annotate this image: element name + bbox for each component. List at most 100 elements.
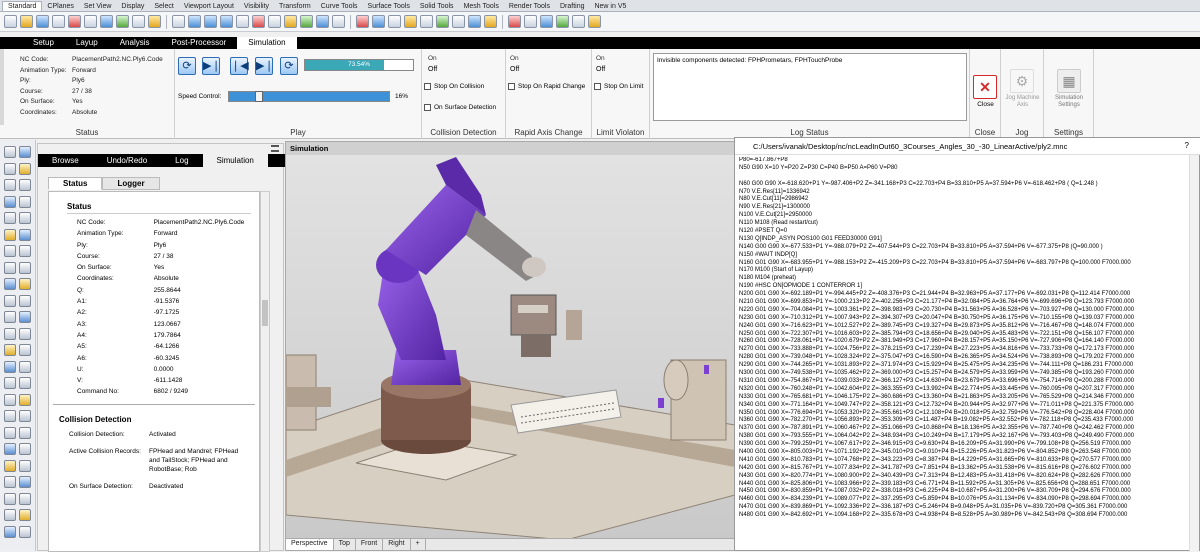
group-icon[interactable] (4, 410, 16, 422)
properties-icon[interactable] (4, 459, 16, 472)
circle-icon[interactable] (19, 179, 31, 191)
point-icon[interactable] (19, 146, 31, 158)
panel-tab-simulation[interactable]: Simulation (202, 154, 268, 167)
layers-icon[interactable] (316, 15, 329, 28)
collision-state[interactable]: Off (428, 66, 437, 73)
rotate-icon[interactable] (4, 327, 16, 340)
lock-icon[interactable] (356, 15, 369, 28)
ribbon-tab-setup[interactable]: Setup (22, 37, 65, 49)
toolbar-tab-viewport-layout[interactable]: Viewport Layout (179, 2, 239, 11)
snap-icon[interactable] (19, 459, 31, 472)
help-icon[interactable] (588, 15, 601, 28)
fillet-icon[interactable] (19, 228, 31, 241)
mirror-icon[interactable] (4, 344, 16, 356)
add-viewport-icon[interactable]: + (411, 539, 426, 550)
sphere-icon[interactable] (19, 261, 31, 274)
rectangle-icon[interactable] (4, 212, 16, 224)
options-icon[interactable] (19, 492, 31, 505)
ribbon-tab-simulation[interactable]: Simulation (237, 37, 297, 49)
line-icon[interactable] (4, 162, 16, 175)
restart-button[interactable]: ⟳ (178, 57, 196, 75)
redo-icon[interactable] (19, 509, 31, 521)
zoom-extents-icon[interactable] (220, 15, 233, 28)
polyline-icon[interactable] (19, 162, 31, 175)
zoom-window-icon[interactable] (204, 15, 217, 28)
cut-icon[interactable] (84, 15, 97, 28)
toolbar-tab-standard[interactable]: Standard (2, 1, 43, 11)
polygon-icon[interactable] (19, 212, 31, 224)
mesh-icon[interactable] (556, 15, 569, 28)
history-icon[interactable] (4, 492, 16, 505)
ribbon-tab-layup[interactable]: Layup (65, 37, 109, 49)
viewport-tab-right[interactable]: Right (383, 539, 411, 550)
toolbar-tab-new-in-v5[interactable]: New in V5 (589, 2, 631, 11)
sphere-icon[interactable] (524, 15, 537, 28)
zoom-icon[interactable] (19, 525, 31, 538)
panel-tab-browse[interactable]: Browse (38, 154, 93, 167)
undo-icon[interactable] (132, 15, 145, 28)
shade-icon[interactable] (300, 15, 313, 28)
checkbox-box[interactable] (508, 83, 515, 90)
speed-slider-thumb[interactable] (254, 91, 263, 102)
subtab-status[interactable]: Status (48, 177, 103, 190)
toolbar-tab-solid-tools[interactable]: Solid Tools (415, 2, 459, 11)
arc-icon[interactable] (4, 195, 16, 208)
join-icon[interactable] (388, 15, 401, 28)
split-icon[interactable] (19, 360, 31, 373)
select-icon[interactable] (372, 15, 385, 28)
grid-icon[interactable] (4, 476, 16, 488)
simulation-settings-button[interactable]: ▦ (1057, 69, 1081, 93)
trim-icon[interactable] (420, 15, 433, 28)
status-scroll[interactable] (0, 49, 4, 125)
checkbox-box[interactable] (424, 83, 431, 90)
toolbar-tab-select[interactable]: Select (149, 2, 178, 11)
cube-icon[interactable] (540, 15, 553, 28)
pause-button[interactable]: ▶❘ (202, 57, 221, 75)
lights-icon[interactable] (484, 15, 497, 28)
close-button[interactable]: ✕ (973, 75, 997, 99)
code-scrollbar[interactable] (1189, 155, 1199, 552)
ribbon-tab-analysis[interactable]: Analysis (109, 37, 161, 49)
move-icon[interactable] (4, 311, 16, 323)
scale-icon[interactable] (19, 327, 31, 340)
pan-icon[interactable] (148, 15, 161, 28)
split-icon[interactable] (436, 15, 449, 28)
toolbar-tab-curve-tools[interactable]: Curve Tools (316, 2, 363, 11)
rapid-state[interactable]: Off (510, 66, 519, 73)
viewport-icon[interactable] (252, 15, 265, 28)
speed-slider[interactable] (228, 91, 390, 102)
jog-machine-axis-button[interactable]: ⚙ (1010, 69, 1034, 93)
box-icon[interactable] (4, 261, 16, 274)
boolean-icon[interactable] (4, 294, 16, 307)
block-icon[interactable] (19, 443, 31, 455)
render-icon[interactable] (284, 15, 297, 28)
rotate-icon[interactable] (172, 15, 185, 28)
ellipse-icon[interactable] (19, 195, 31, 208)
hatch-icon[interactable] (19, 393, 31, 406)
render-icon[interactable] (19, 426, 31, 439)
viewport-tab-perspective[interactable]: Perspective (286, 539, 334, 550)
mesh-icon[interactable] (19, 278, 31, 290)
checkbox-box[interactable] (594, 83, 601, 90)
print-icon[interactable] (52, 15, 65, 28)
stop-on-rapid-change-checkbox[interactable]: Stop On Rapid Change (508, 83, 585, 90)
viewport-tab-front[interactable]: Front (356, 539, 384, 550)
group-icon[interactable] (452, 15, 465, 28)
toolbar-tab-visibility[interactable]: Visibility (239, 2, 274, 11)
material-icon[interactable] (508, 15, 521, 28)
ungroup-icon[interactable] (468, 15, 481, 28)
save-icon[interactable] (36, 15, 49, 28)
panel-scroll-thumb[interactable] (262, 300, 268, 326)
paste-icon[interactable] (116, 15, 129, 28)
text-icon[interactable] (4, 228, 16, 241)
copy-icon[interactable] (100, 15, 113, 28)
layer-icon[interactable] (19, 410, 31, 422)
open-icon[interactable] (20, 15, 33, 28)
panel-tab-log[interactable]: Log (161, 154, 202, 167)
zoom-icon[interactable] (188, 15, 201, 28)
surface-icon[interactable] (4, 245, 16, 257)
viewport-tab-top[interactable]: Top (334, 539, 356, 550)
toolbar-tab-cplanes[interactable]: CPlanes (42, 2, 78, 11)
explode-icon[interactable] (19, 377, 31, 389)
trim-icon[interactable] (4, 360, 16, 373)
